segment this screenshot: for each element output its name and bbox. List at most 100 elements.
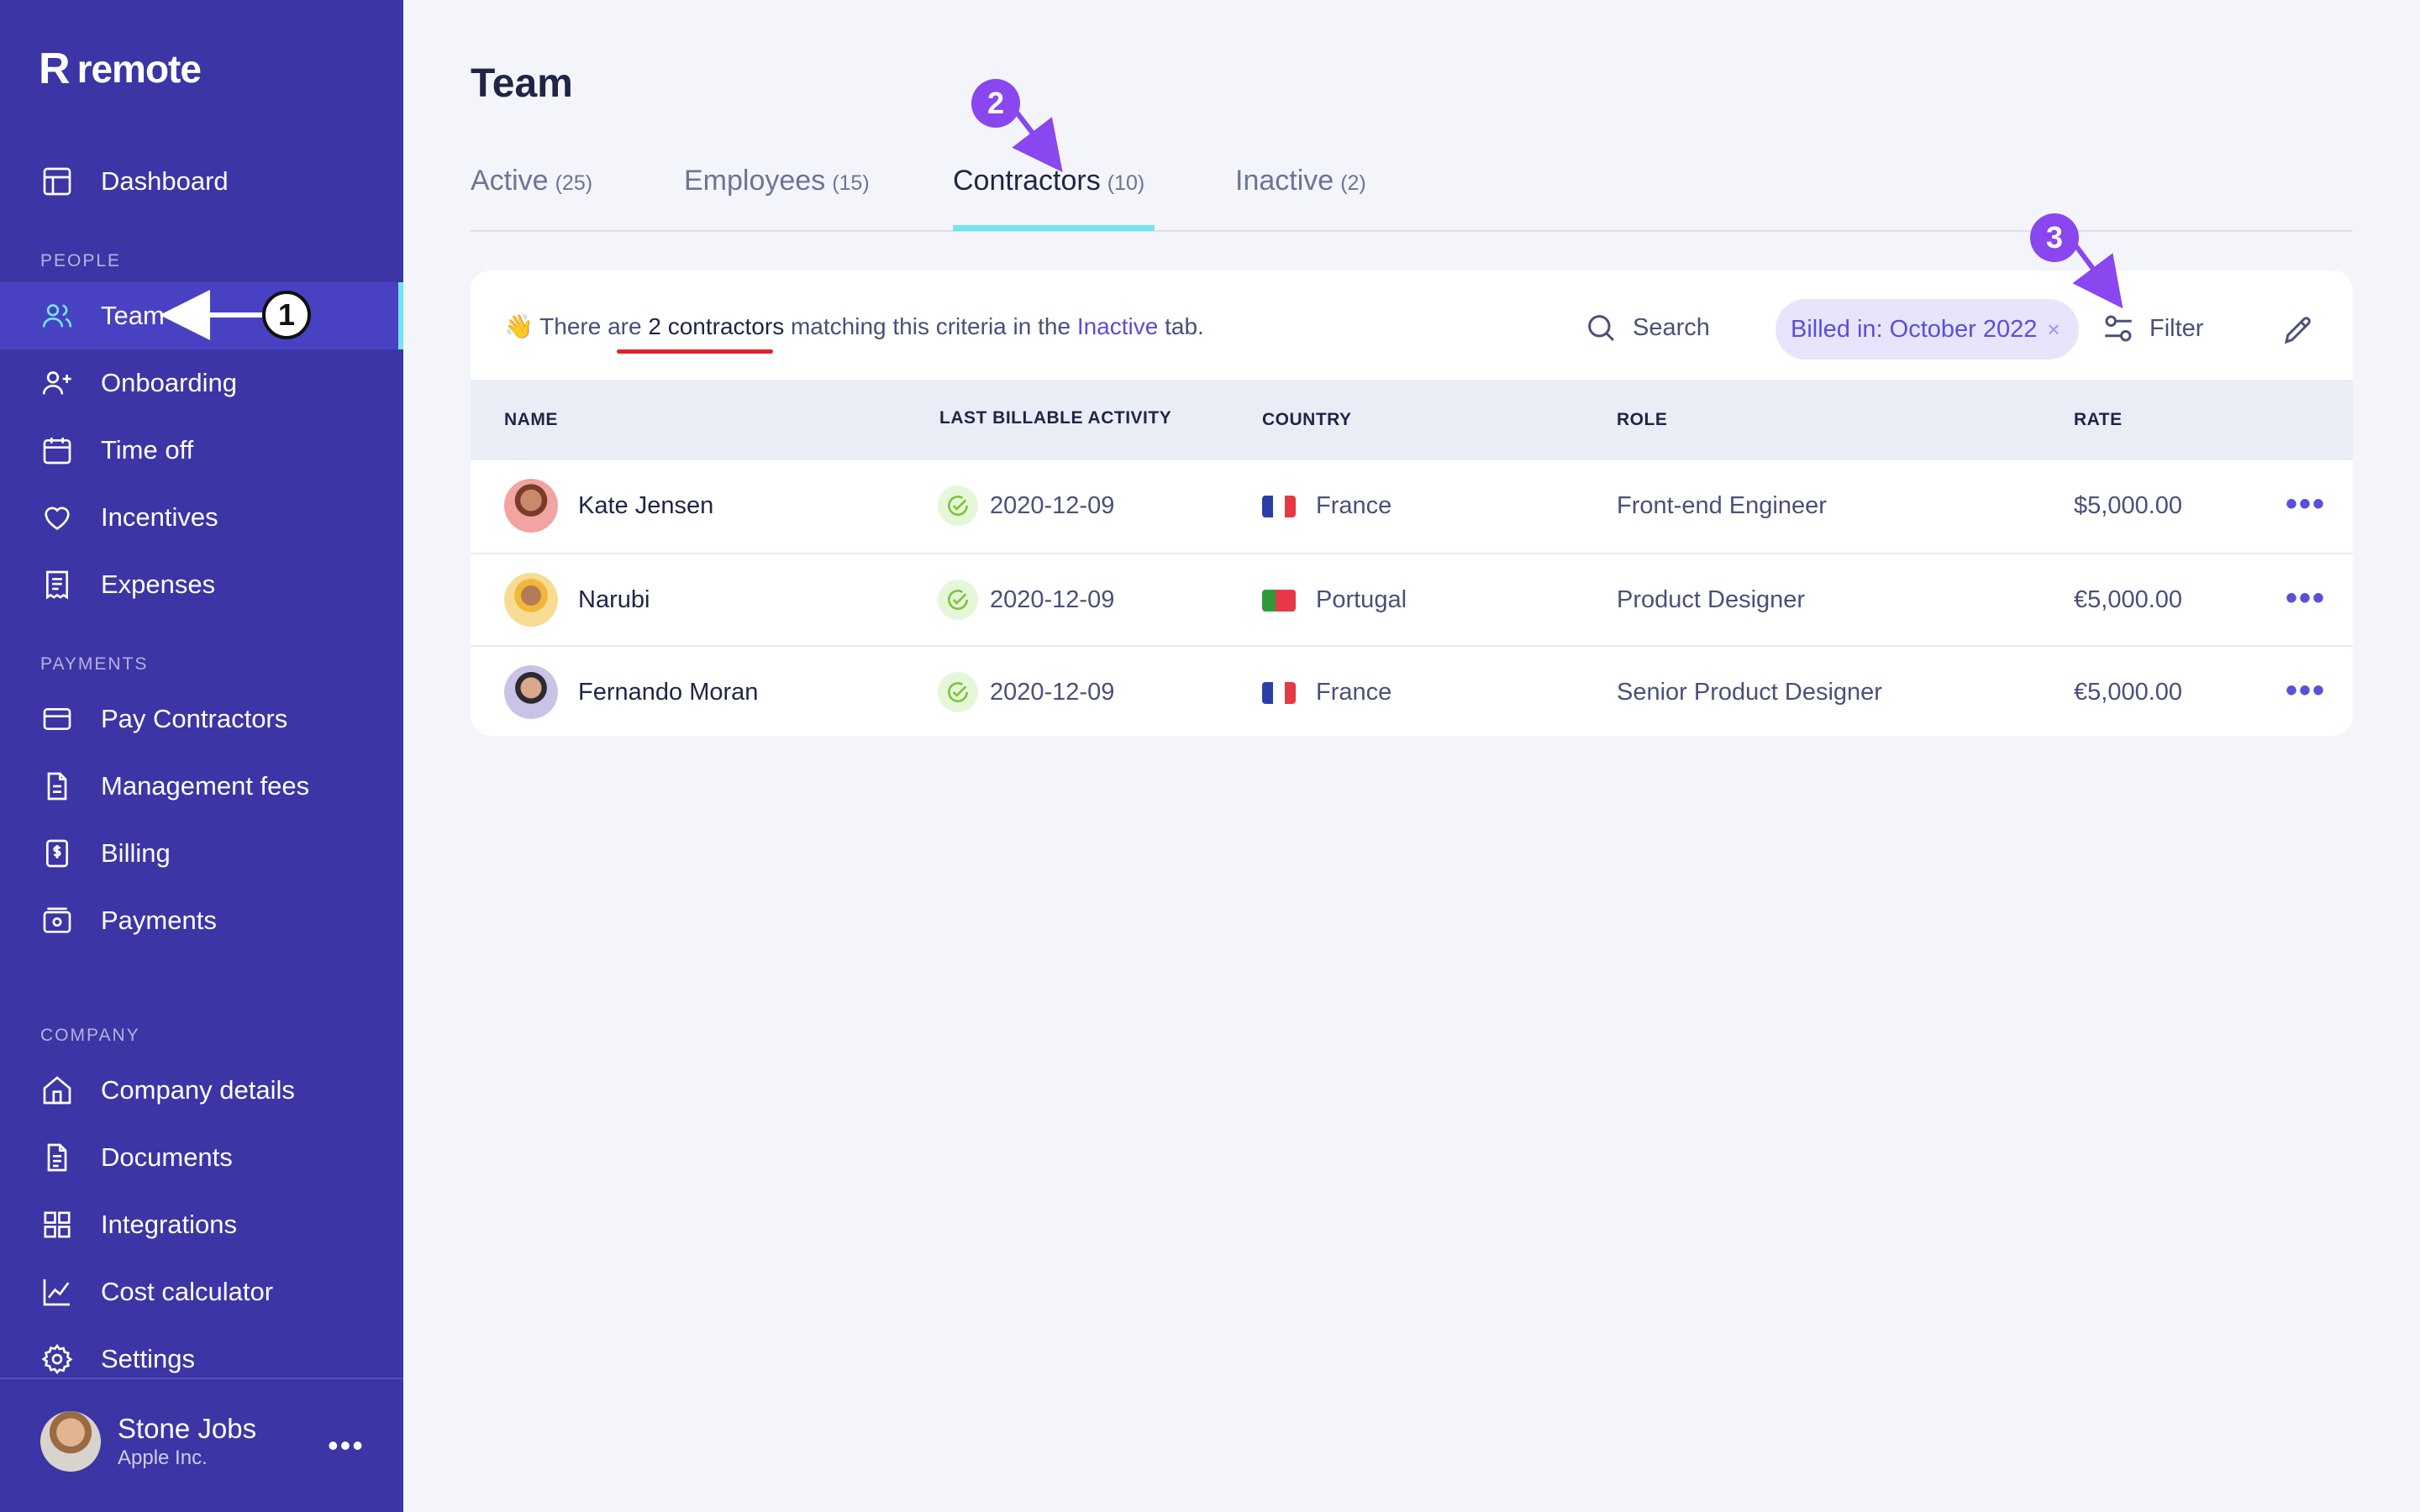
search-button[interactable]: Search: [1584, 311, 1710, 344]
invoice-icon: [40, 769, 74, 803]
role: Product Designer: [1617, 586, 1806, 613]
sidebar-item-label: Documents: [101, 1142, 233, 1172]
notice-suffix: tab.: [1165, 313, 1204, 339]
sidebar-item-label: Company details: [101, 1075, 295, 1105]
notice-middle: matching this criteria in the: [790, 313, 1071, 339]
row-more-button[interactable]: •••: [2286, 580, 2326, 617]
sidebar-item-expenses[interactable]: Expenses: [0, 551, 403, 618]
heart-icon: [40, 501, 74, 534]
annotation-badge-2: 2: [971, 79, 1020, 128]
filter-chip[interactable]: Billed in: October 2022 ×: [1776, 299, 2079, 360]
user-company: Apple Inc.: [118, 1446, 208, 1469]
tab-count: (25): [555, 171, 593, 195]
home-icon: [40, 1074, 74, 1107]
sidebar-item-label: Team: [101, 301, 165, 330]
notice-prefix: There are: [539, 313, 642, 339]
tab-label: Employees: [684, 165, 826, 197]
sidebar: R remote Dashboard PEOPLE Team Onboardin…: [0, 0, 403, 1512]
user-divider: [0, 1378, 403, 1379]
row-more-button[interactable]: •••: [2286, 486, 2326, 523]
sidebar-item-cost-calculator[interactable]: Cost calculator: [0, 1258, 403, 1326]
sidebar-item-incentives[interactable]: Incentives: [0, 484, 403, 551]
last-billable-activity: 2020-12-09: [990, 586, 1115, 613]
sidebar-item-company-details[interactable]: Company details: [0, 1057, 403, 1124]
avatar: [40, 1411, 101, 1472]
tab-inactive[interactable]: Inactive (2): [1235, 165, 1366, 197]
sidebar-item-label: Cost calculator: [101, 1277, 274, 1306]
edit-columns-button[interactable]: [2281, 312, 2316, 352]
document-icon: [40, 1141, 74, 1174]
column-header-rate[interactable]: RATE: [2074, 410, 2123, 430]
contractor-name[interactable]: Fernando Moran: [578, 679, 758, 706]
sidebar-item-management-fees[interactable]: Management fees: [0, 753, 403, 820]
tab-label: Inactive: [1235, 165, 1334, 197]
section-label-payments: PAYMENTS: [40, 654, 149, 674]
filter-button[interactable]: Filter: [2101, 311, 2203, 346]
column-header-role[interactable]: ROLE: [1617, 410, 1667, 430]
sidebar-item-dashboard[interactable]: Dashboard: [0, 148, 403, 215]
tab-count: (10): [1107, 171, 1145, 195]
tab-label: Active: [471, 165, 549, 197]
pencil-icon: [2284, 317, 2311, 344]
user-more-button[interactable]: •••: [328, 1428, 365, 1463]
column-header-name[interactable]: NAME: [504, 410, 558, 430]
notice-highlight: 2 contractors: [648, 313, 785, 339]
user-profile[interactable]: Stone Jobs Apple Inc.: [40, 1411, 256, 1472]
sidebar-item-documents[interactable]: Documents: [0, 1124, 403, 1191]
row-more-button[interactable]: •••: [2286, 672, 2326, 710]
avatar: [504, 665, 558, 719]
tab-active[interactable]: Active (25): [471, 165, 592, 197]
wallet-icon: [40, 904, 74, 937]
sidebar-item-label: Dashboard: [101, 166, 229, 196]
column-header-activity[interactable]: LAST BILLABLE ACTIVITY: [939, 408, 1171, 428]
sidebar-item-payments[interactable]: Payments: [0, 887, 403, 954]
search-label: Search: [1633, 313, 1710, 341]
dashboard-icon: [40, 165, 74, 198]
column-header-country[interactable]: COUNTRY: [1262, 410, 1352, 430]
table-header: NAME LAST BILLABLE ACTIVITY COUNTRY ROLE…: [471, 380, 2353, 460]
remote-logo[interactable]: R remote: [39, 45, 202, 93]
table-row[interactable]: Narubi 2020-12-09 Portugal Product Desig…: [471, 553, 2353, 645]
wave-emoji: 👋: [504, 313, 534, 339]
user-plus-icon: [40, 366, 74, 400]
chart-line-icon: [40, 1275, 74, 1309]
sidebar-item-integrations[interactable]: Integrations: [0, 1191, 403, 1258]
avatar: [504, 573, 558, 627]
flag-france-icon: [1262, 496, 1296, 517]
contractor-name[interactable]: Narubi: [578, 586, 650, 614]
logo-mark: R: [39, 45, 71, 93]
tab-label: Contractors: [953, 165, 1101, 197]
sidebar-item-label: Management fees: [101, 771, 310, 801]
receipt-icon: [40, 568, 74, 601]
sidebar-item-label: Time off: [101, 435, 194, 465]
red-underline-annotation: [617, 349, 773, 354]
annotation-badge-1: 1: [262, 291, 311, 339]
tab-employees[interactable]: Employees (15): [684, 165, 870, 197]
user-name: Stone Jobs: [118, 1413, 257, 1444]
sidebar-item-onboarding[interactable]: Onboarding: [0, 349, 403, 417]
sidebar-item-pay-contractors[interactable]: Pay Contractors: [0, 685, 403, 753]
sidebar-item-time-off[interactable]: Time off: [0, 417, 403, 484]
close-icon[interactable]: ×: [2047, 317, 2060, 343]
team-icon: [40, 299, 74, 333]
check-circle-icon: [938, 672, 978, 712]
calendar-icon: [40, 433, 74, 467]
rate: €5,000.00: [2074, 679, 2183, 706]
inactive-tab-link[interactable]: Inactive: [1077, 313, 1159, 339]
contractors-card: 👋 There are 2 contractors matching this …: [471, 270, 2353, 736]
sidebar-item-team[interactable]: Team: [0, 282, 403, 349]
sidebar-item-billing[interactable]: Billing: [0, 820, 403, 887]
sidebar-item-label: Onboarding: [101, 368, 238, 397]
sidebar-item-label: Incentives: [101, 502, 218, 532]
tab-contractors[interactable]: Contractors (10): [953, 165, 1144, 197]
table-row[interactable]: Kate Jensen 2020-12-09 France Front-end …: [471, 460, 2353, 553]
sidebar-item-label: Payments: [101, 906, 217, 935]
sidebar-item-label: Expenses: [101, 570, 216, 599]
sidebar-item-settings[interactable]: Settings: [0, 1326, 403, 1393]
flag-france-icon: [1262, 682, 1296, 704]
role: Front-end Engineer: [1617, 492, 1827, 519]
avatar: [504, 479, 558, 533]
country: Portugal: [1316, 586, 1407, 613]
contractor-name[interactable]: Kate Jensen: [578, 492, 713, 520]
table-row[interactable]: Fernando Moran 2020-12-09 France Senior …: [471, 645, 2353, 736]
